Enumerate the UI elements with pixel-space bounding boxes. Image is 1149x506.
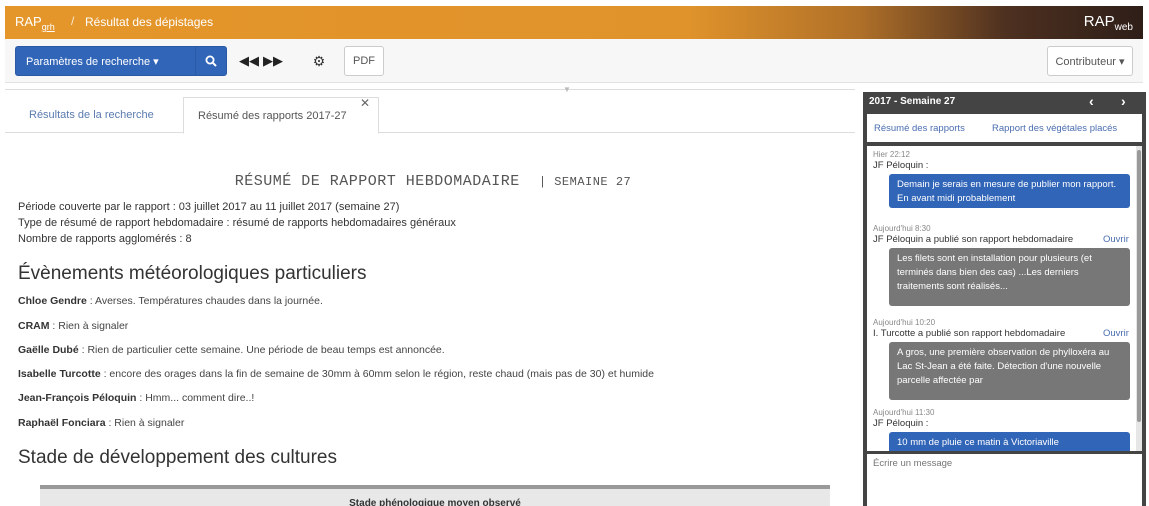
contributor-dropdown[interactable]: Contributeur ▾	[1047, 46, 1133, 76]
weather-events-heading: Évènements météorologiques particuliers	[18, 263, 367, 284]
fast-backward-icon: ◀◀	[239, 53, 259, 68]
message-author: JF Péloquin :	[873, 160, 929, 171]
message-scrollbar[interactable]	[1136, 146, 1142, 451]
message-time: Hier 22:12	[873, 150, 910, 159]
toolbar: Paramètres de recherche ▾ ◀◀ ▶▶ ⚙ PDF Co…	[5, 39, 1143, 83]
splitter-line[interactable]	[5, 89, 855, 90]
chevron-left-icon[interactable]: ‹	[1089, 93, 1094, 109]
close-icon[interactable]: ✕	[360, 96, 370, 110]
event-item: Chloe Gendre : Averses. Températures cha…	[18, 295, 323, 307]
table-header: Stade phénologique moyen observé	[349, 498, 521, 506]
message-author: I. Turcotte a publié son rapport hebdoma…	[873, 328, 1066, 339]
pdf-button[interactable]: PDF	[344, 46, 384, 76]
message-author: JF Péloquin a publié son rapport hebdoma…	[873, 234, 1074, 245]
message-time: Aujourd'hui 11:30	[873, 408, 935, 417]
event-item: CRAM : Rien à signaler	[18, 320, 129, 332]
message-bubble: A gros, une première observation de phyl…	[889, 342, 1130, 400]
open-report-link[interactable]: Ouvrir	[1103, 328, 1129, 339]
tab-weekly-summary[interactable]: Résumé des rapports 2017-27	[183, 97, 379, 134]
rapweb-logo[interactable]: RAPweb	[1084, 13, 1133, 33]
open-report-link[interactable]: Ouvrir	[1103, 234, 1129, 245]
report-period: Période couverte par le rapport : 03 jui…	[18, 201, 400, 213]
page-title: Résultat des dépistages	[85, 15, 214, 29]
message-bubble: Les filets sont en installation pour plu…	[889, 248, 1130, 306]
tab-search-results[interactable]: Résultats de la recherche	[15, 97, 168, 133]
report-type: Type de résumé de rapport hebdomadaire :…	[18, 217, 456, 229]
message-bubble: Demain je serais en mesure de publier mo…	[889, 174, 1130, 208]
search-params-button[interactable]: Paramètres de recherche ▾	[15, 46, 199, 76]
message-author: JF Péloquin :	[873, 418, 929, 429]
chevron-right-icon[interactable]: ›	[1121, 93, 1126, 109]
message-input-box	[867, 454, 1142, 506]
app-logo[interactable]: RAPgrh	[15, 14, 55, 32]
scroll-thumb[interactable]	[1137, 150, 1141, 422]
tab-reports-summary[interactable]: Résumé des rapports	[874, 123, 965, 134]
panel-title: 2017 - Semaine 27	[869, 96, 956, 107]
splitter-grip-icon[interactable]: ▼	[563, 85, 573, 94]
weekly-chat-panel: 2017 - Semaine 27 ‹ › Résumé des rapport…	[863, 92, 1146, 506]
settings-button[interactable]: ⚙	[305, 46, 333, 76]
event-item: Jean-François Péloquin : Hmm... comment …	[18, 392, 255, 404]
message-time: Aujourd'hui 8:30	[873, 224, 931, 233]
event-item: Gaëlle Dubé : Rien de particulier cette …	[18, 344, 445, 356]
crop-stage-table: Stade phénologique moyen observé	[40, 485, 830, 506]
top-header: RAPgrh / Résultat des dépistages RAPweb	[5, 6, 1143, 39]
message-list[interactable]: Hier 22:12 JF Péloquin : Demain je serai…	[867, 146, 1136, 451]
breadcrumb-separator: /	[71, 14, 75, 28]
gear-icon: ⚙	[312, 52, 326, 69]
tab-bar: Résultats de la recherche Résumé des rap…	[5, 93, 855, 134]
next-week-button[interactable]: ▶▶	[262, 46, 284, 76]
search-icon	[205, 55, 217, 67]
tab-plant-reports[interactable]: Rapport des végétales placés	[992, 123, 1117, 134]
report-title: RÉSUMÉ DE RAPPORT HEBDOMADAIRE | SEMAINE…	[234, 173, 632, 190]
event-item: Raphaël Fonciara : Rien à signaler	[18, 417, 185, 429]
message-bubble: 10 mm de pluie ce matin à Victoriaville	[889, 432, 1130, 451]
report-count: Nombre de rapports agglomérés : 8	[18, 233, 192, 245]
message-time: Aujourd'hui 10:20	[873, 318, 936, 327]
message-input[interactable]	[867, 454, 1142, 506]
fast-forward-icon: ▶▶	[263, 53, 283, 68]
search-button[interactable]	[195, 46, 227, 76]
crop-stage-heading: Stade de développement des cultures	[18, 447, 337, 468]
event-item: Isabelle Turcotte : encore des orages da…	[18, 368, 654, 380]
previous-week-button[interactable]: ◀◀	[238, 46, 260, 76]
panel-tabs: Résumé des rapports Rapport des végétale…	[867, 114, 1142, 142]
